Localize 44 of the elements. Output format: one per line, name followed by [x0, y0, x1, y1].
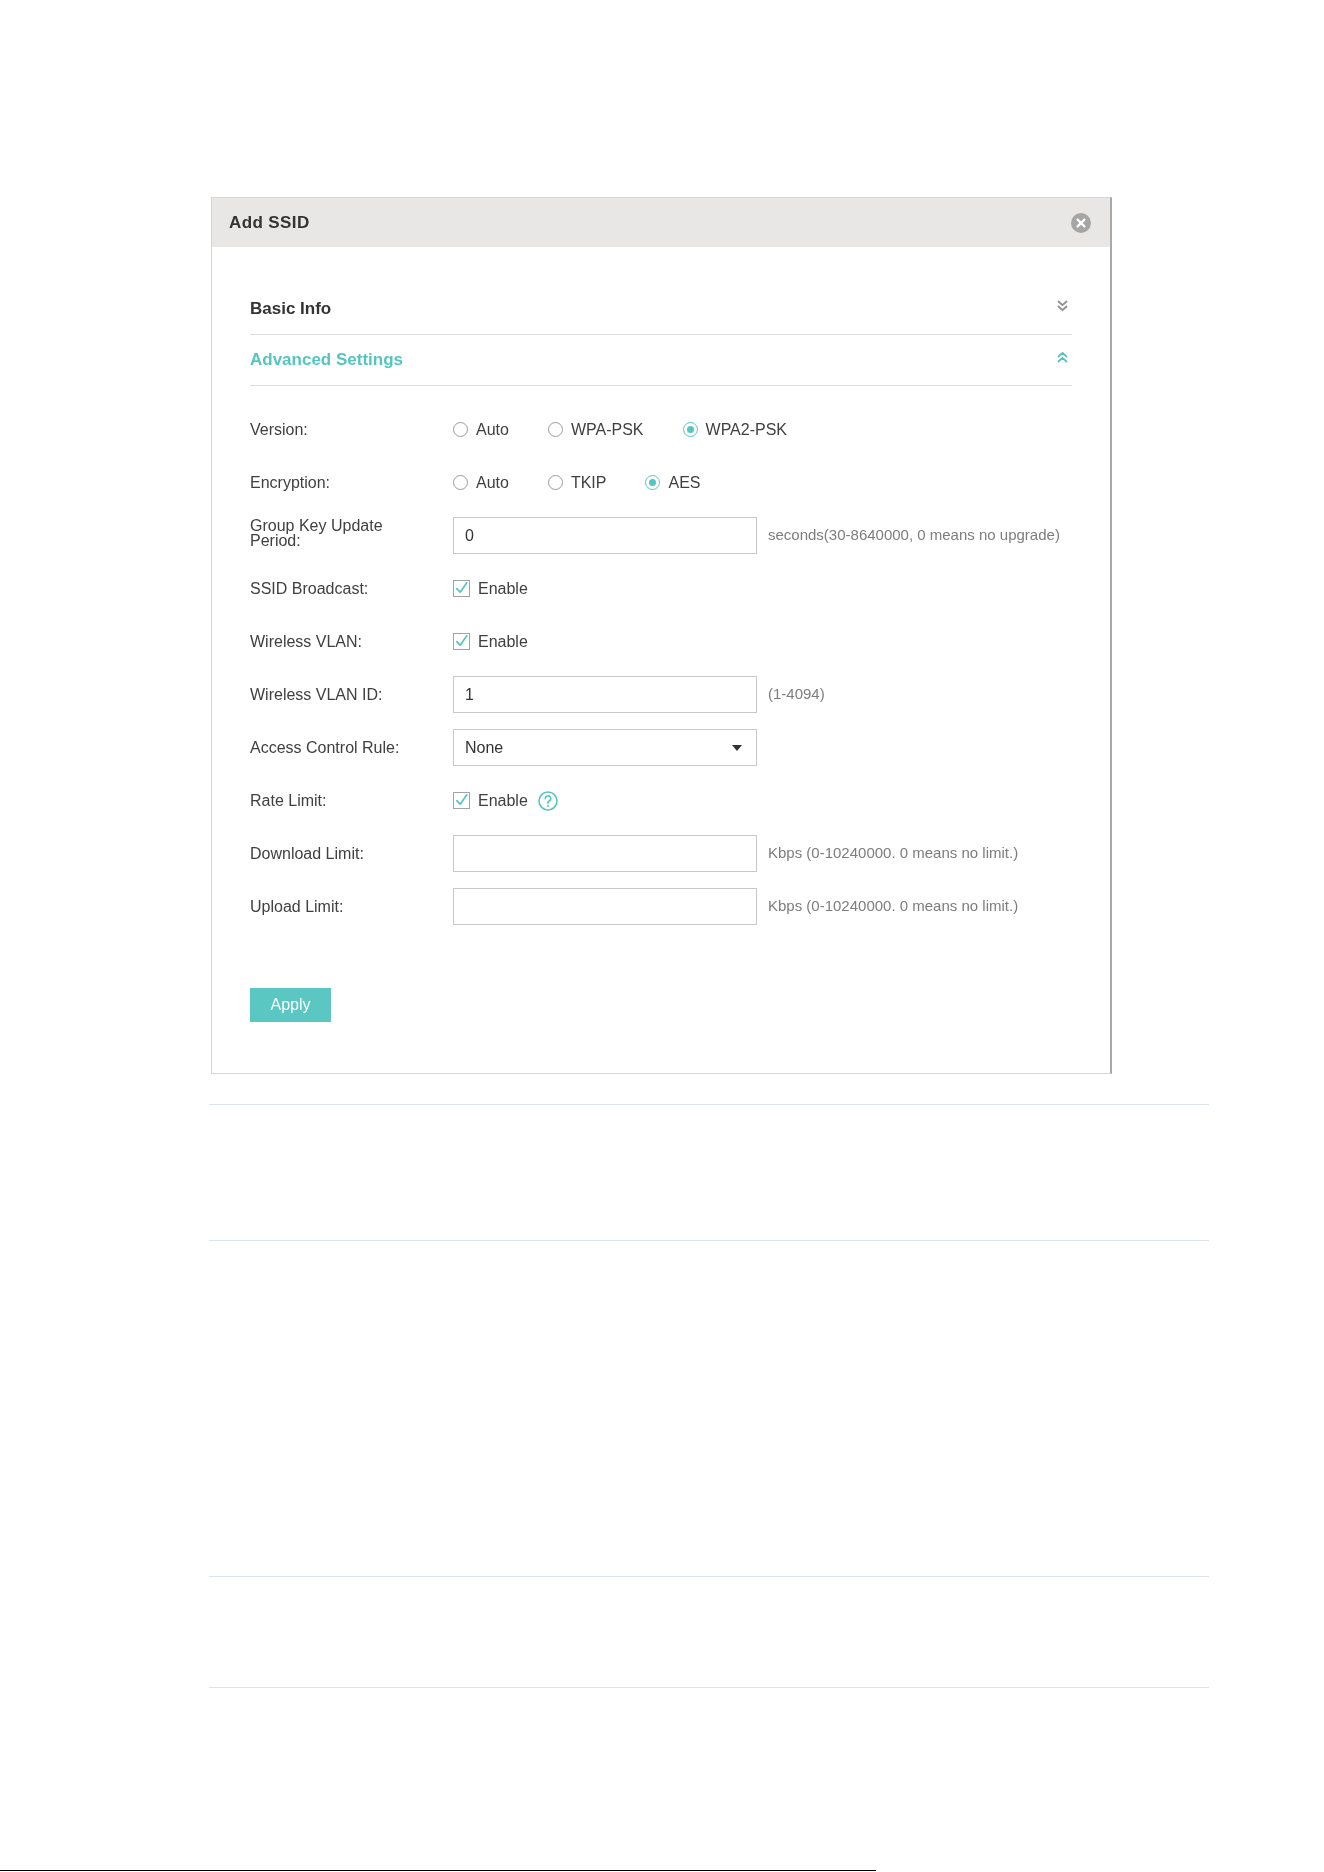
radio-label: Auto: [476, 472, 509, 493]
field-label: Group Key Update Period:: [250, 518, 384, 548]
radio-button[interactable]: [682, 422, 698, 437]
hint-text: Kbps (0-10240000. 0 means no limit.): [768, 843, 1019, 864]
text-input[interactable]: 1: [453, 676, 757, 713]
checkbox-label: Enable: [478, 790, 528, 811]
field-label: Upload Limit:: [250, 898, 344, 914]
close-icon[interactable]: [1071, 212, 1091, 233]
text-input[interactable]: 0: [453, 517, 757, 554]
field-label: Wireless VLAN ID:: [250, 686, 383, 702]
checkbox[interactable]: [453, 792, 470, 809]
radio-label: Auto: [476, 419, 509, 440]
checkbox-label: Enable: [478, 578, 528, 599]
radio-button[interactable]: [547, 422, 563, 437]
radio-label: WPA2-PSK: [705, 419, 788, 440]
field-label: Access Control Rule:: [250, 739, 400, 755]
section-header[interactable]: Basic Info: [250, 284, 1072, 335]
hint-text: seconds(30-8640000, 0 means no upgrade): [768, 525, 1060, 546]
field-label: Wireless VLAN:: [250, 633, 363, 649]
field-label: Version:: [250, 421, 308, 437]
field-label: Encryption:: [250, 474, 331, 490]
text-input[interactable]: [453, 888, 757, 925]
field-label: Rate Limit:: [250, 792, 327, 808]
radio-button[interactable]: [645, 475, 661, 490]
field-label: SSID Broadcast:: [250, 580, 369, 596]
field-label: Download Limit:: [250, 845, 364, 861]
checkbox-label: Enable: [478, 631, 528, 652]
double-chevron-down-icon: [1057, 299, 1068, 312]
radio-label: AES: [668, 472, 701, 493]
radio-label: WPA-PSK: [570, 419, 644, 440]
hint-text: (1-4094): [768, 684, 825, 705]
select-field[interactable]: None: [453, 729, 757, 766]
dialog-title: Add SSID: [229, 211, 310, 234]
checkbox[interactable]: [453, 633, 470, 650]
double-chevron-up-icon: [1057, 350, 1068, 363]
hint-text: Kbps (0-10240000. 0 means no limit.): [768, 896, 1019, 917]
radio-button[interactable]: [547, 475, 563, 490]
text-input[interactable]: [453, 835, 757, 872]
radio-button[interactable]: [453, 422, 468, 437]
checkbox[interactable]: [453, 580, 470, 597]
help-icon[interactable]: [537, 790, 558, 811]
caret-down-icon: [732, 744, 742, 751]
radio-button[interactable]: [453, 475, 468, 490]
radio-label: TKIP: [570, 472, 607, 493]
